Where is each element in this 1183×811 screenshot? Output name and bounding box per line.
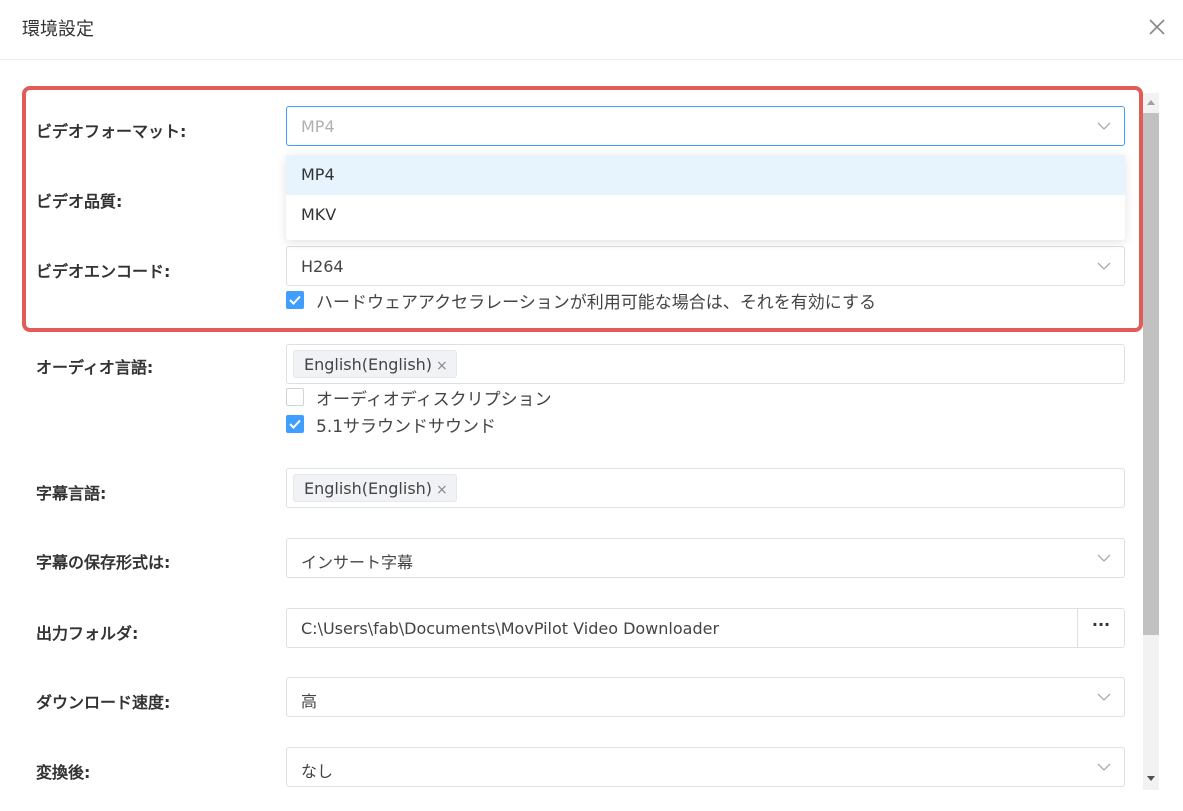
dialog-header: 環境設定 (0, 0, 1183, 60)
browse-button[interactable]: ··· (1077, 609, 1124, 647)
output-folder-input[interactable]: C:\Users\fab\Documents\MovPilot Video Do… (286, 608, 1125, 648)
audio-language-label: オーディオ言語: (36, 358, 154, 377)
scrollbar-thumb[interactable] (1143, 113, 1159, 635)
dialog-title: 環境設定 (22, 19, 94, 40)
language-tag-text: English(English) (304, 479, 433, 498)
after-conversion-select[interactable]: なし (286, 747, 1125, 787)
after-conversion-value: なし (301, 762, 334, 781)
subtitle-language-label: 字幕言語: (36, 484, 107, 503)
video-format-dropdown: MP4 MKV (286, 155, 1125, 240)
close-small-icon[interactable]: × (436, 358, 448, 374)
surround-row[interactable]: 5.1サラウンドサウンド (286, 413, 497, 437)
audio-description-label: オーディオディスクリプション (316, 389, 552, 410)
chevron-down-icon (1097, 763, 1111, 771)
dropdown-option-mp4[interactable]: MP4 (286, 155, 1125, 195)
subtitle-format-select[interactable]: インサート字幕 (286, 538, 1125, 578)
check-icon (289, 419, 301, 429)
audio-language-select[interactable]: English(English) × (286, 344, 1125, 384)
after-conversion-label: 変換後: (36, 763, 91, 782)
audio-description-checkbox[interactable] (286, 388, 304, 406)
language-tag: English(English) × (293, 474, 457, 502)
language-tag: English(English) × (293, 350, 457, 378)
audio-description-row[interactable]: オーディオディスクリプション (286, 386, 552, 410)
download-speed-label: ダウンロード速度: (36, 693, 171, 712)
subtitle-language-select[interactable]: English(English) × (286, 468, 1125, 508)
output-folder-path: C:\Users\fab\Documents\MovPilot Video Do… (301, 619, 720, 638)
language-tag-text: English(English) (304, 355, 433, 374)
chevron-down-icon (1097, 693, 1111, 701)
close-small-icon[interactable]: × (436, 482, 448, 498)
chevron-down-icon (1097, 554, 1111, 562)
subtitle-format-label: 字幕の保存形式は: (36, 553, 171, 572)
close-icon[interactable] (1145, 15, 1169, 39)
dropdown-option-mkv[interactable]: MKV (286, 195, 1125, 235)
surround-label: 5.1サラウンドサウンド (316, 416, 497, 437)
download-speed-value: 高 (301, 692, 318, 711)
download-speed-select[interactable]: 高 (286, 677, 1125, 717)
scroll-down-arrow-icon[interactable] (1146, 775, 1156, 783)
subtitle-format-value: インサート字幕 (301, 553, 414, 572)
scroll-up-arrow-icon[interactable] (1146, 98, 1156, 106)
output-folder-label: 出力フォルダ: (36, 624, 139, 643)
surround-checkbox[interactable] (286, 415, 304, 433)
